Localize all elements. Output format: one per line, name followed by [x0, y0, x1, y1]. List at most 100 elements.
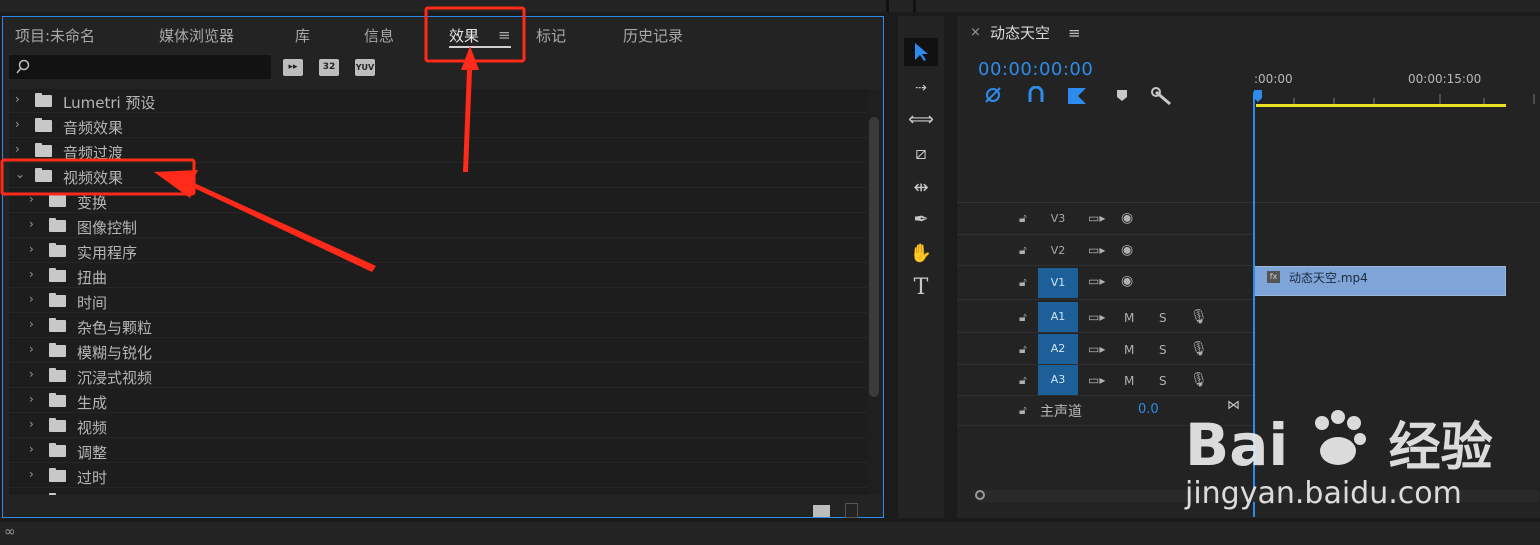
mute-button[interactable]: M: [1124, 374, 1134, 388]
lock-icon[interactable]: 🔓︎: [1019, 310, 1027, 325]
chevron-right-icon[interactable]: ›: [29, 392, 34, 406]
sync-lock-icon[interactable]: ▭▸: [1088, 211, 1105, 225]
solo-button[interactable]: S: [1159, 311, 1167, 325]
tree-item[interactable]: › 沉浸式视频: [9, 364, 867, 388]
tree-item[interactable]: › 图像控制: [9, 214, 867, 238]
mute-button[interactable]: M: [1124, 311, 1134, 325]
scroll-handle[interactable]: [975, 490, 985, 500]
microphone-icon[interactable]: 🎙︎: [1190, 309, 1208, 325]
track-name-v3[interactable]: V3: [1038, 204, 1078, 234]
tree-item[interactable]: › 模糊与锐化: [9, 339, 867, 363]
microphone-icon[interactable]: 🎙︎: [1190, 372, 1208, 388]
chevron-right-icon[interactable]: ›: [29, 292, 34, 306]
chevron-right-icon[interactable]: ›: [29, 192, 34, 206]
lock-icon[interactable]: 🔓︎: [1019, 403, 1027, 418]
chevron-right-icon[interactable]: ›: [29, 367, 34, 381]
playhead-timecode[interactable]: 00:00:00:00: [978, 59, 1093, 80]
tree-item[interactable]: › 杂色与颗粒: [9, 314, 867, 338]
tree-item[interactable]: › 视频: [9, 414, 867, 438]
close-icon[interactable]: ×: [970, 25, 981, 40]
tree-item[interactable]: › 变换: [9, 189, 867, 213]
work-area-bar[interactable]: [1256, 104, 1506, 107]
lock-icon[interactable]: 🔓︎: [1019, 342, 1027, 357]
chevron-right-icon[interactable]: ›: [29, 492, 34, 495]
tree-item[interactable]: › 调整: [9, 439, 867, 463]
tree-item[interactable]: › 音频效果: [9, 114, 867, 138]
chevron-right-icon[interactable]: ›: [15, 142, 20, 156]
sync-lock-icon[interactable]: ▭▸: [1088, 342, 1105, 356]
chevron-right-icon[interactable]: ›: [15, 117, 20, 131]
tree-item[interactable]: › 扭曲: [9, 264, 867, 288]
track-name-v2[interactable]: V2: [1038, 236, 1078, 266]
pen-tool-icon[interactable]: ✒: [904, 206, 938, 234]
eye-icon[interactable]: ◉: [1121, 273, 1133, 289]
sync-lock-icon[interactable]: ▭▸: [1088, 373, 1105, 387]
master-volume-value[interactable]: 0.0: [1138, 402, 1159, 417]
solo-button[interactable]: S: [1159, 343, 1167, 357]
tab-info[interactable]: 信息: [364, 25, 394, 46]
eye-icon[interactable]: ◉: [1121, 242, 1133, 258]
tab-effects[interactable]: 效果: [449, 25, 479, 46]
tab-media-browser[interactable]: 媒体浏览器: [159, 25, 234, 46]
tree-item[interactable]: › 过渡: [9, 489, 867, 495]
tree-item[interactable]: › 过时: [9, 464, 867, 488]
ripple-edit-tool-icon[interactable]: ⟺: [904, 106, 938, 134]
scrollbar-thumb[interactable]: [869, 117, 879, 397]
creative-cloud-icon[interactable]: ∞: [4, 524, 16, 540]
track-name-a1[interactable]: A1: [1038, 302, 1078, 332]
tab-project[interactable]: 项目:未命名: [15, 25, 95, 46]
video-clip[interactable]: fx 动态天空.mp4: [1254, 266, 1506, 296]
lock-icon[interactable]: 🔓︎: [1019, 211, 1027, 226]
razor-tool-icon[interactable]: ⧄: [904, 140, 938, 168]
tree-item[interactable]: › 音频过渡: [9, 139, 867, 163]
sync-lock-icon[interactable]: ▭▸: [1088, 243, 1105, 257]
time-ruler[interactable]: :00:00 00:00:15:00: [1254, 64, 1540, 108]
tab-libraries[interactable]: 库: [295, 25, 310, 46]
32-bit-effects-button[interactable]: 32: [319, 59, 339, 76]
new-bin-icon[interactable]: [813, 505, 830, 517]
sequence-tab[interactable]: 动态天空: [990, 22, 1050, 43]
track-select-tool-icon[interactable]: ⇢: [904, 74, 938, 102]
tree-item[interactable]: › 实用程序: [9, 239, 867, 263]
chevron-right-icon[interactable]: ›: [29, 467, 34, 481]
search-input[interactable]: [9, 55, 271, 79]
mute-button[interactable]: M: [1124, 343, 1134, 357]
panel-menu-icon[interactable]: ≡: [498, 26, 511, 44]
nest-icon[interactable]: [985, 87, 1001, 103]
slip-tool-icon[interactable]: ⇹: [904, 174, 938, 202]
tab-markers[interactable]: 标记: [536, 25, 566, 46]
add-marker-icon[interactable]: [1117, 90, 1127, 101]
tree-item[interactable]: › Lumetri 预设: [9, 89, 867, 113]
track-name-a3[interactable]: A3: [1038, 365, 1078, 395]
hand-tool-icon[interactable]: ✋: [904, 240, 938, 268]
selection-tool-icon[interactable]: [904, 38, 938, 66]
type-tool-icon[interactable]: T: [904, 274, 938, 302]
sync-lock-icon[interactable]: ▭▸: [1088, 310, 1105, 324]
chevron-right-icon[interactable]: ›: [29, 242, 34, 256]
chevron-right-icon[interactable]: ›: [29, 267, 34, 281]
chevron-right-icon[interactable]: ›: [29, 217, 34, 231]
chevron-right-icon[interactable]: ›: [29, 317, 34, 331]
tab-history[interactable]: 历史记录: [623, 25, 683, 46]
chevron-right-icon[interactable]: ›: [29, 342, 34, 356]
tree-item[interactable]: › 生成: [9, 389, 867, 413]
accelerated-effects-icon[interactable]: ▸▸: [283, 59, 303, 76]
chevron-right-icon[interactable]: ›: [15, 92, 20, 106]
tree-item[interactable]: › 时间: [9, 289, 867, 313]
yuv-effects-button[interactable]: YUV: [355, 59, 375, 76]
solo-button[interactable]: S: [1159, 374, 1167, 388]
sync-lock-icon[interactable]: ▭▸: [1088, 274, 1105, 288]
eye-icon[interactable]: ◉: [1121, 210, 1133, 226]
linked-selection-icon[interactable]: [1068, 88, 1086, 104]
track-name-v1[interactable]: V1: [1038, 268, 1078, 298]
lock-icon[interactable]: 🔓︎: [1019, 373, 1027, 388]
track-name-a2[interactable]: A2: [1038, 334, 1078, 364]
lock-icon[interactable]: 🔓︎: [1019, 275, 1027, 290]
timeline-menu-icon[interactable]: ≡: [1068, 24, 1081, 42]
chevron-right-icon[interactable]: ›: [29, 417, 34, 431]
wrench-icon[interactable]: [1151, 87, 1171, 106]
microphone-icon[interactable]: 🎙︎: [1190, 341, 1208, 357]
delete-icon[interactable]: [845, 503, 858, 518]
chevron-down-icon[interactable]: ⌄: [15, 167, 25, 181]
tree-item[interactable]: ⌄ 视频效果: [9, 164, 867, 188]
